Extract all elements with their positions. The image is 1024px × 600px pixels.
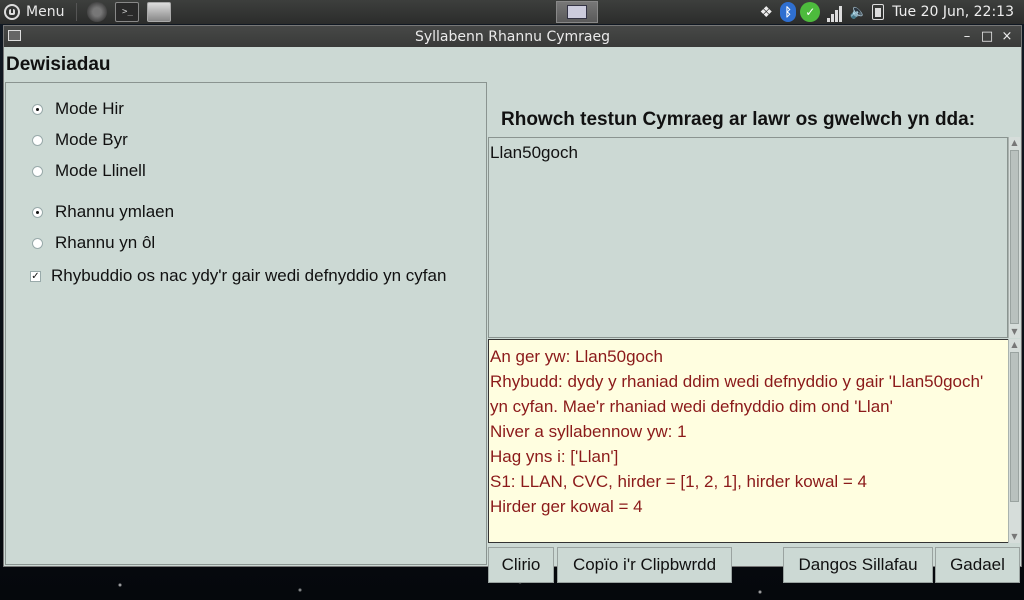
radio-indicator[interactable]	[32, 206, 43, 218]
app-icon	[8, 30, 21, 41]
input-prompt: Rhowch testun Cymraeg ar lawr os gwelwch…	[501, 109, 976, 130]
window-title: Syllabenn Rhannu Cymraeg	[414, 28, 610, 45]
scroll-up-icon[interactable]: ▲	[1009, 137, 1020, 149]
bluetooth-icon[interactable]: ᛒ	[780, 2, 797, 22]
mint-logo-icon	[4, 4, 20, 20]
input-text: Llan50goch	[490, 143, 578, 162]
radio-mode-llinell[interactable]: Mode Llinell	[32, 161, 146, 181]
warn-checkbox[interactable]: ✓ Rhybuddio os nac ydy'r gair wedi defny…	[30, 266, 446, 286]
radio-label: Mode Byr	[55, 130, 128, 149]
radio-label: Rhannu ymlaen	[55, 202, 175, 221]
window-icon	[567, 5, 587, 19]
radio-indicator[interactable]	[32, 134, 43, 146]
clock[interactable]: Tue 20 Jun, 22:13	[886, 4, 1024, 20]
text-input-area[interactable]: Llan50goch	[488, 137, 1008, 338]
panel-separator	[76, 3, 78, 21]
output-line: Niver a syllabennow yw: 1	[490, 422, 687, 441]
options-panel: Mode Hir Mode Byr Mode Llinell Rhannu ym…	[5, 82, 487, 565]
close-button[interactable]: ×	[997, 29, 1017, 44]
terminal-launcher-icon[interactable]: >_	[115, 2, 140, 22]
radio-label: Rhannu yn ôl	[55, 233, 156, 252]
show-syllables-button[interactable]: Dangos Sillafau	[783, 547, 933, 583]
radio-label: Mode Llinell	[55, 161, 146, 180]
input-scrollbar[interactable]: ▲ ▼	[1008, 137, 1020, 338]
options-heading: Dewisiadau	[6, 54, 111, 75]
output-line: An ger yw: Llan50goch	[490, 347, 663, 366]
scroll-up-icon[interactable]: ▲	[1009, 339, 1020, 351]
radio-indicator[interactable]	[32, 103, 43, 115]
output-line: Rhybudd: dydy y rhaniad ddim wedi defnyd…	[490, 372, 988, 416]
output-area[interactable]: An ger yw: Llan50goch Rhybudd: dydy y rh…	[488, 339, 1009, 543]
app-window: Syllabenn Rhannu Cymraeg – □ × Dewisiada…	[3, 25, 1022, 583]
volume-icon[interactable]: 🔈	[848, 2, 868, 22]
battery-icon[interactable]	[872, 4, 885, 20]
maximize-button[interactable]: □	[977, 29, 997, 44]
network-signal-icon[interactable]	[824, 2, 844, 22]
radio-indicator[interactable]	[32, 237, 43, 249]
scroll-thumb[interactable]	[1010, 150, 1019, 324]
output-line: Hag yns i: ['Llan']	[490, 447, 619, 466]
radio-rhannu-yn-ol[interactable]: Rhannu yn ôl	[32, 233, 155, 253]
files-launcher-icon[interactable]	[147, 2, 172, 22]
radio-mode-hir[interactable]: Mode Hir	[32, 99, 124, 119]
scroll-thumb[interactable]	[1010, 352, 1019, 502]
taskbar-window-button[interactable]	[556, 1, 598, 23]
firefox-launcher-icon[interactable]	[87, 2, 108, 22]
system-tray: ❖ ᛒ ✓ 🔈 Tue 20 Jun, 22:13	[754, 0, 1024, 24]
radio-rhannu-ymlaen[interactable]: Rhannu ymlaen	[32, 202, 174, 222]
minimize-button[interactable]: –	[957, 29, 977, 44]
update-manager-icon[interactable]: ✓	[800, 2, 821, 22]
output-line: Hirder ger kowal = 4	[490, 497, 643, 516]
output-scrollbar[interactable]: ▲ ▼	[1008, 339, 1020, 543]
window-titlebar[interactable]: Syllabenn Rhannu Cymraeg – □ ×	[4, 26, 1021, 47]
checkbox-indicator[interactable]: ✓	[30, 270, 41, 282]
clear-button[interactable]: Clirio	[488, 547, 554, 583]
output-line: S1: LLAN, CVC, hirder = [1, 2, 1], hirde…	[490, 472, 868, 491]
dropbox-icon[interactable]: ❖	[756, 2, 776, 22]
quit-button[interactable]: Gadael	[935, 547, 1020, 583]
checkbox-label: Rhybuddio os nac ydy'r gair wedi defnydd…	[51, 266, 447, 285]
radio-mode-byr[interactable]: Mode Byr	[32, 130, 128, 150]
menu-label: Menu	[26, 4, 65, 20]
radio-label: Mode Hir	[55, 99, 124, 118]
radio-indicator[interactable]	[32, 165, 43, 177]
scroll-down-icon[interactable]: ▼	[1009, 326, 1020, 338]
scroll-down-icon[interactable]: ▼	[1009, 531, 1020, 543]
copy-button[interactable]: Copïo i'r Clipbwrdd	[557, 547, 732, 583]
menu-button[interactable]: Menu	[0, 0, 70, 24]
